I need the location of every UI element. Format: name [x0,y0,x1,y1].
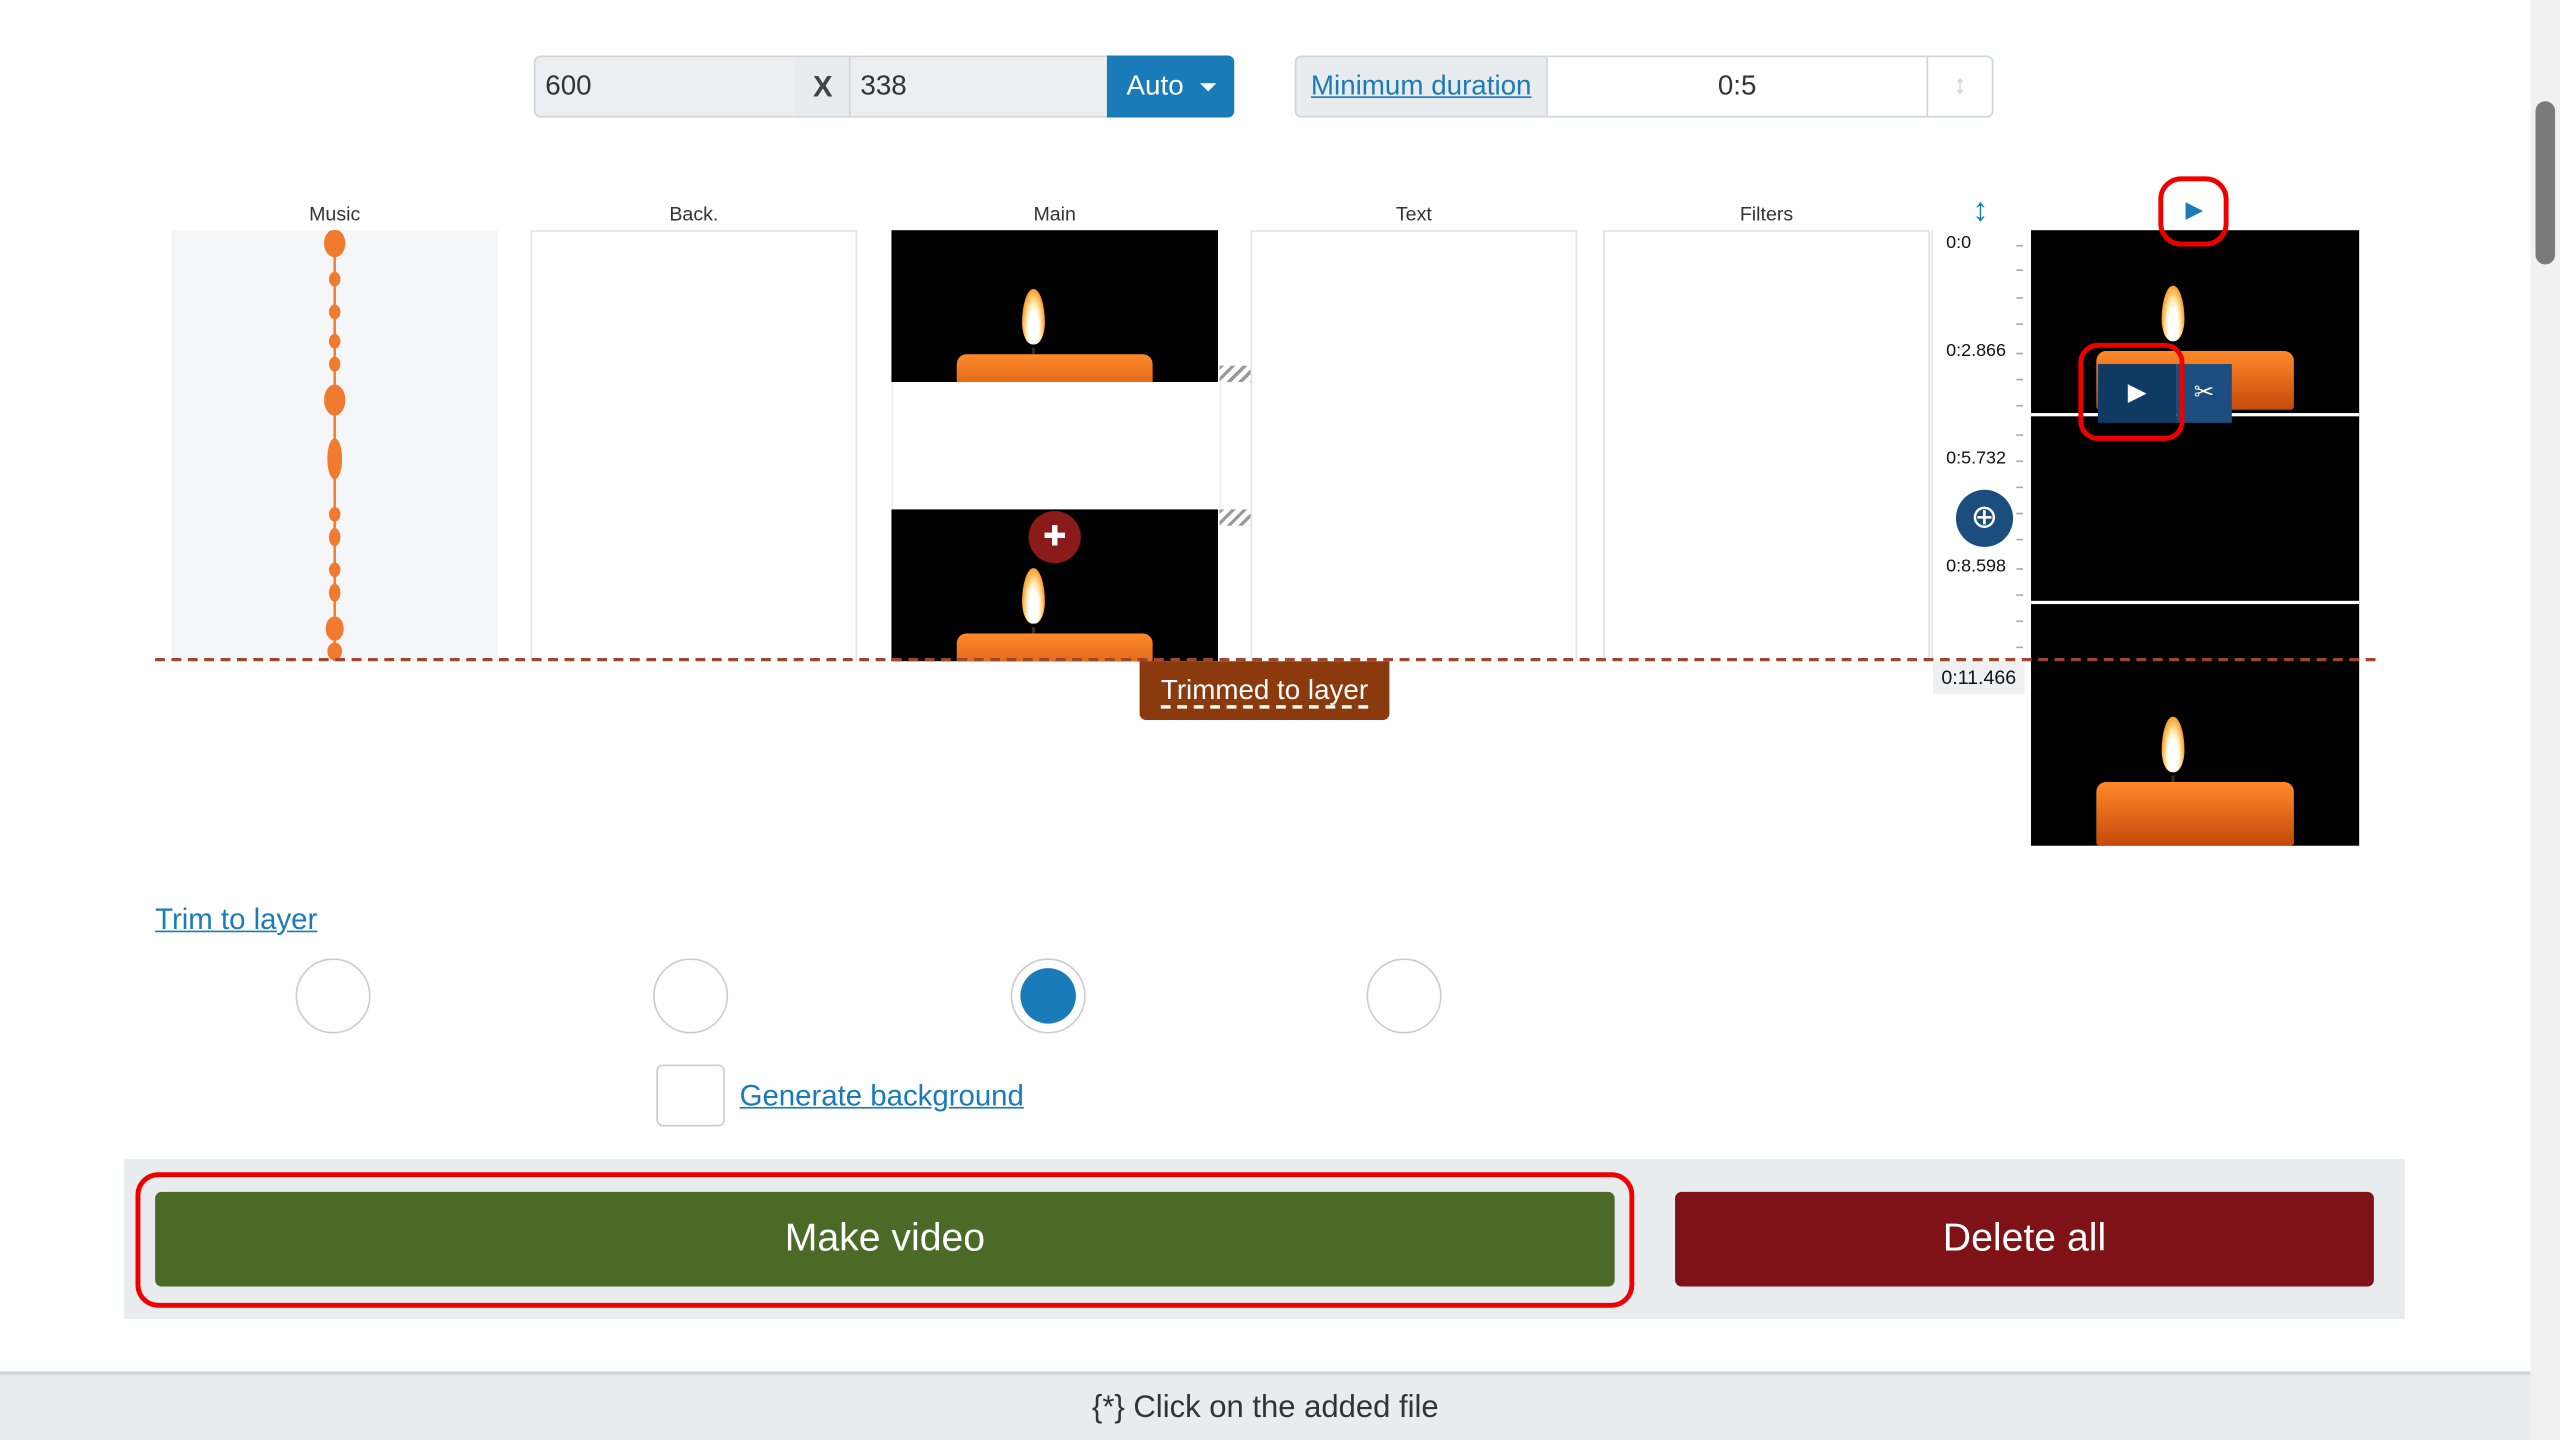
preview-clip-2[interactable] [2031,658,2359,846]
column-header-main: Main [1033,202,1076,226]
status-footer: {*} Click on the added file [0,1371,2531,1440]
caret-down-icon [1199,83,1217,92]
auto-size-label: Auto [1126,70,1184,102]
candle-flame [1022,288,1045,345]
preview-timeline[interactable] [2031,230,2360,846]
highlight-play-all [2158,176,2229,247]
generate-background-checkbox[interactable] [656,1064,725,1127]
candle-glass [956,354,1153,383]
auto-size-dropdown[interactable]: Auto [1106,55,1235,118]
video-editor: 600 X 338 Auto Minimum duration 0:5 ↕ Mu… [0,0,2560,1440]
main-clip-1[interactable] [891,230,1218,383]
trimmed-to-layer-label: Trimmed to layer [1160,674,1369,709]
scrollbar-thumb[interactable] [2535,101,2556,265]
column-header-text: Text [1395,202,1432,226]
main-layer[interactable]: ✚ [891,230,1222,662]
minimum-duration-link[interactable]: Minimum duration [1294,55,1548,118]
trim-radio-text[interactable] [1366,958,1442,1034]
candle-flame [2161,285,2185,342]
text-layer[interactable] [1250,230,1578,662]
scissors-icon[interactable]: ✂ [2176,364,2232,423]
trim-radio-music[interactable] [295,958,371,1034]
background-layer[interactable] [530,230,858,662]
highlight-play-segment [2078,342,2185,441]
duration-input[interactable]: 0:5 [1546,55,1929,118]
ruler-tick: 0:5.732 [1946,448,2007,469]
candle-flame [2161,716,2185,773]
candle-flame [1022,568,1045,624]
delete-all-button[interactable]: Delete all [1675,1191,2374,1287]
height-input[interactable]: 338 [848,55,1109,118]
zoom-in-icon[interactable]: ⊕ [1955,489,2014,547]
clip-join-handle[interactable] [1219,365,1253,383]
trimmed-to-layer-tag[interactable]: Trimmed to layer [1139,661,1390,720]
main-gap [891,382,1222,510]
audio-waveform [324,230,346,662]
trim-radio-main[interactable] [1010,958,1086,1034]
candle-glass [2096,782,2294,846]
clip-divider [2031,600,2360,605]
clip-join-handle[interactable] [1219,509,1253,526]
column-header-back: Back. [669,202,719,226]
ruler-tick: 0:2.866 [1946,341,2007,361]
column-header-music: Music [309,202,361,226]
duration-spinner-icon[interactable]: ↕ [1926,55,1994,118]
highlight-make-video [135,1172,1635,1308]
column-header-filters: Filters [1739,202,1794,226]
ruler-line [1931,230,1934,662]
dimension-separator: X [795,55,851,118]
total-duration: 0:11.466 [1933,661,2025,694]
ruler-tick: 0:0 [1946,233,1972,254]
trim-radio-back[interactable] [653,958,729,1034]
width-input[interactable]: 600 [533,55,797,118]
resize-vertical-icon[interactable]: ↕ [1972,193,1988,231]
filters-layer[interactable] [1603,230,1930,662]
generate-background-link[interactable]: Generate background [740,1079,1024,1113]
music-layer[interactable] [171,230,498,662]
pin-icon[interactable]: ✚ [1028,511,1081,564]
trim-to-layer-link[interactable]: Trim to layer [155,903,317,937]
ruler-tick: 0:8.598 [1946,556,2007,577]
